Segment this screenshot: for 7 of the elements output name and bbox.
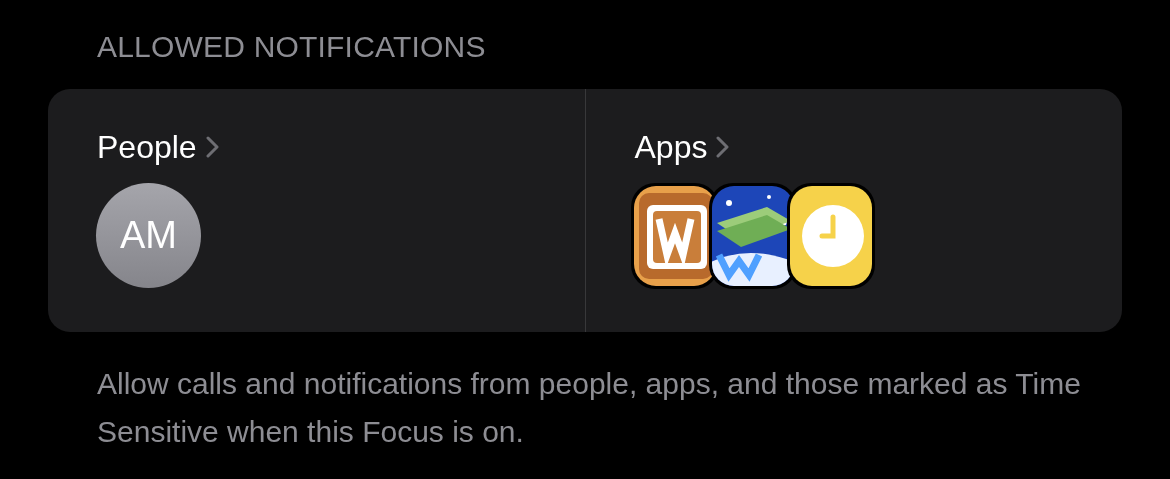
chevron-icon [204,135,219,159]
chevron-icon [715,135,730,159]
clock-app-icon [786,183,875,289]
apps-link[interactable]: Apps [634,127,730,167]
people-link[interactable]: People [97,127,219,167]
section-heading: ALLOWED NOTIFICATIONS [97,30,486,63]
footer-note: Allow calls and notifications from people, apps, and those marked as Time Sensitive when this Focus is on. [97,366,1082,450]
